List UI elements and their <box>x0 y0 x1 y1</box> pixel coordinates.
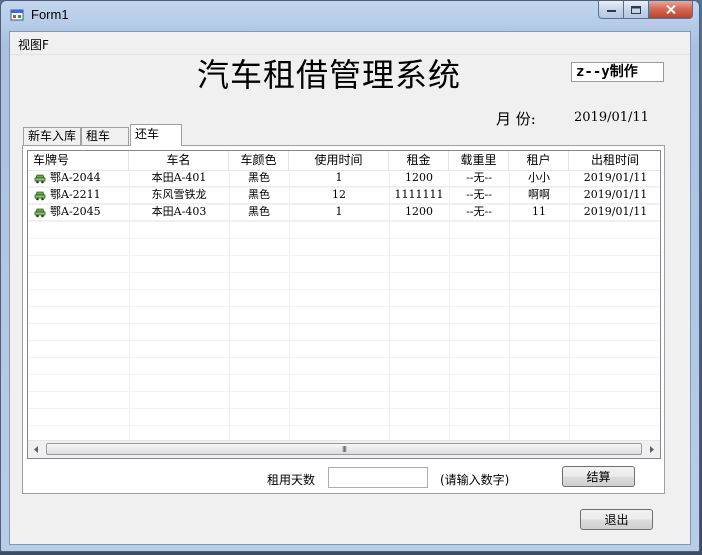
column-header-load[interactable]: 载重里 <box>449 151 509 170</box>
grid-line <box>28 357 660 358</box>
cell-usage-time: 12 <box>332 188 346 201</box>
close-button[interactable] <box>649 1 693 19</box>
grid-line <box>28 255 660 256</box>
grid-line <box>28 425 660 426</box>
system-title: 汽车租借管理系统 <box>197 56 462 94</box>
grid-line <box>28 391 660 392</box>
maximize-button[interactable] <box>624 1 649 19</box>
app-icon <box>10 9 24 21</box>
cell-load: --无-- <box>466 188 492 201</box>
cell-load: --无-- <box>466 171 492 184</box>
rental-days-label: 租用天数 <box>267 473 316 487</box>
cell-rent: 1200 <box>405 171 433 184</box>
grid-line <box>28 272 660 273</box>
minimize-icon <box>606 9 616 12</box>
form-client-area: 视图F 汽车租借管理系统 z--y制作 月 份: 2019/01/11 新车入库… <box>9 31 691 545</box>
month-value: 2019/01/11 <box>574 110 649 125</box>
column-header-rent-date[interactable]: 出租时间 <box>569 151 660 170</box>
grid-line <box>28 306 660 307</box>
column-header-usage-time[interactable]: 使用时间 <box>289 151 389 170</box>
cell-tenant: 啊啊 <box>528 188 550 201</box>
column-header-color[interactable]: 车颜色 <box>229 151 289 170</box>
cell-tenant: 小小 <box>528 171 550 184</box>
author-label: z--y制作 <box>571 62 664 82</box>
column-header-tenant[interactable]: 租户 <box>509 151 569 170</box>
cell-color: 黑色 <box>248 205 270 218</box>
grid-line <box>28 408 660 409</box>
column-header-plate[interactable]: 车牌号 <box>28 151 129 170</box>
cell-tenant: 11 <box>532 205 546 218</box>
caption-buttons <box>598 1 693 20</box>
table-row[interactable]: 鄂A-2045 本田A-403 黑色 1 1200 --无-- 11 2019/… <box>28 204 660 221</box>
cell-car-name: 东风雪铁龙 <box>151 188 207 201</box>
grid-line <box>28 374 660 375</box>
exit-button[interactable]: 退出 <box>580 509 653 530</box>
scroll-grip: III <box>341 444 347 454</box>
rental-list[interactable]: 车牌号 车名 车颜色 使用时间 租金 载重里 租户 出租时间 鄂A-2044 本… <box>27 150 661 459</box>
cell-rent-date: 2019/01/11 <box>583 205 648 218</box>
maximize-icon <box>631 5 641 14</box>
tab-new-car[interactable]: 新车入库 <box>23 127 81 145</box>
cell-rent: 1111111 <box>394 188 444 201</box>
cell-usage-time: 1 <box>335 171 343 184</box>
menu-item-view[interactable]: 视图F <box>18 36 49 53</box>
window-title: Form1 <box>31 7 69 22</box>
cell-rent: 1200 <box>405 205 433 218</box>
return-car-panel: 车牌号 车名 车颜色 使用时间 租金 载重里 租户 出租时间 鄂A-2044 本… <box>22 145 665 494</box>
scroll-right-button[interactable] <box>643 441 660 458</box>
minimize-button[interactable] <box>598 1 624 19</box>
cell-color: 黑色 <box>248 188 270 201</box>
cell-color: 黑色 <box>248 171 270 184</box>
rental-days-input[interactable] <box>328 467 428 488</box>
column-header-rent[interactable]: 租金 <box>389 151 449 170</box>
cell-rent-date: 2019/01/11 <box>583 171 648 184</box>
rental-days-hint: (请输入数字) <box>440 473 510 487</box>
app-window: Form1 视图F 汽车租借管理系统 z--y制作 月 份: 2019/01/1… <box>0 0 700 552</box>
cell-load: --无-- <box>466 205 492 218</box>
cell-car-name: 本田A-403 <box>151 205 207 218</box>
arrow-left-icon <box>34 446 38 453</box>
horizontal-scrollbar[interactable]: III <box>28 440 660 458</box>
grid-line <box>28 340 660 341</box>
arrow-right-icon <box>650 446 654 453</box>
close-icon <box>665 5 676 14</box>
scroll-thumb[interactable]: III <box>46 443 642 455</box>
tab-rent-car[interactable]: 租车 <box>81 127 129 145</box>
cell-usage-time: 1 <box>335 205 343 218</box>
month-label: 月 份: <box>496 110 536 128</box>
tab-return-car[interactable]: 还车 <box>130 124 182 146</box>
settle-button[interactable]: 结算 <box>562 466 635 487</box>
grid-line <box>28 289 660 290</box>
list-header: 车牌号 车名 车颜色 使用时间 租金 载重里 租户 出租时间 <box>28 151 660 171</box>
grid-line <box>28 238 660 239</box>
table-row[interactable]: 鄂A-2211 东风雪铁龙 黑色 12 1111111 --无-- 啊啊 201… <box>28 187 660 204</box>
column-header-car-name[interactable]: 车名 <box>129 151 229 170</box>
grid-line <box>28 323 660 324</box>
table-row[interactable]: 鄂A-2044 本田A-401 黑色 1 1200 --无-- 小小 2019/… <box>28 170 660 187</box>
cell-rent-date: 2019/01/11 <box>583 188 648 201</box>
scroll-left-button[interactable] <box>28 441 45 458</box>
title-bar[interactable]: Form1 <box>1 1 699 29</box>
grid-line <box>28 221 660 222</box>
cell-car-name: 本田A-401 <box>151 171 207 184</box>
